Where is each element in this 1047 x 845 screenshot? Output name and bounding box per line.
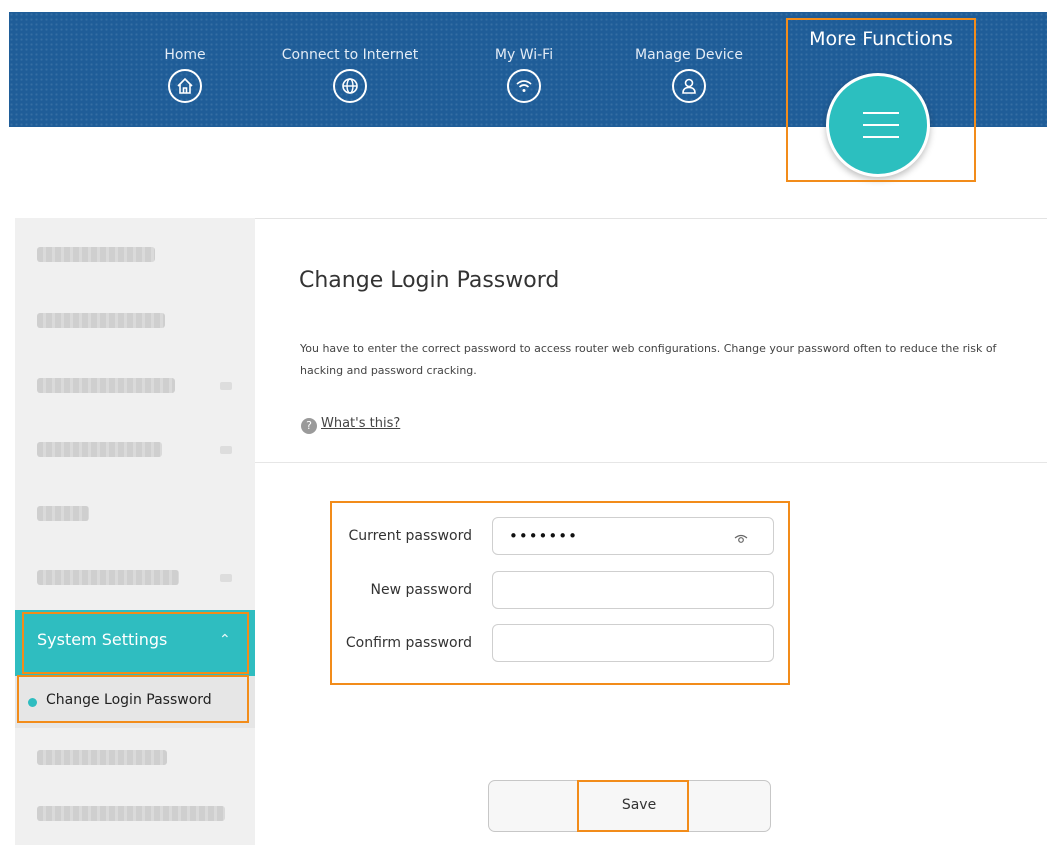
sidebar-item-blurred[interactable]	[37, 442, 162, 457]
more-functions-label: More Functions	[809, 28, 953, 50]
confirm-password-label: Confirm password	[345, 635, 472, 651]
sidebar-item-blurred[interactable]	[37, 378, 175, 393]
menu-bar	[863, 124, 899, 126]
home-icon[interactable]	[168, 69, 202, 103]
chevron-down-icon	[220, 574, 232, 582]
active-dot	[28, 698, 37, 707]
nav-connect-internet[interactable]: Connect to Internet	[265, 12, 435, 103]
nav-home-label: Home	[164, 47, 206, 63]
menu-bar	[863, 112, 899, 114]
nav-connect-label: Connect to Internet	[281, 47, 419, 63]
sidebar: System Settings ⌃ Change Login Password	[15, 218, 255, 845]
content-divider	[255, 462, 1047, 463]
save-button-label: Save	[621, 797, 657, 813]
sidebar-item-blurred[interactable]	[37, 506, 89, 521]
sidebar-item-blurred[interactable]	[37, 806, 225, 821]
system-settings-label: System Settings	[37, 630, 168, 649]
sidebar-subitem-change-login-password[interactable]: Change Login Password	[15, 676, 255, 728]
nav-more-functions[interactable]: More Functions	[786, 8, 976, 182]
nav-manage-device[interactable]: Manage Device	[604, 12, 774, 103]
page-description: You have to enter the correct password t…	[300, 342, 997, 377]
nav-manage-label: Manage Device	[635, 47, 743, 63]
confirm-password-field[interactable]	[492, 624, 774, 662]
change-login-password-label: Change Login Password	[46, 692, 212, 708]
chevron-down-icon	[220, 382, 232, 390]
nav-wifi-label: My Wi-Fi	[494, 47, 554, 63]
whats-this-link[interactable]: What's this?	[321, 416, 400, 431]
user-icon[interactable]	[672, 69, 706, 103]
sidebar-item-system-settings[interactable]: System Settings ⌃	[15, 610, 255, 676]
nav-my-wifi[interactable]: My Wi-Fi	[439, 12, 609, 103]
current-password-label: Current password	[348, 528, 473, 544]
new-password-field[interactable]	[492, 571, 774, 609]
globe-icon[interactable]	[333, 69, 367, 103]
current-password-field[interactable]: •••••••	[492, 517, 774, 555]
sidebar-item-blurred[interactable]	[37, 247, 155, 262]
current-password-value: •••••••	[509, 527, 578, 545]
chevron-down-icon	[220, 446, 232, 454]
wifi-icon[interactable]	[507, 69, 541, 103]
content-top-divider	[255, 218, 1047, 219]
sidebar-item-blurred[interactable]	[37, 570, 179, 585]
menu-icon[interactable]	[826, 73, 930, 177]
new-password-label: New password	[370, 582, 472, 598]
menu-bar	[863, 136, 899, 138]
chevron-up-icon: ⌃	[219, 632, 231, 648]
nav-home[interactable]: Home	[100, 12, 270, 103]
help-icon: ?	[301, 418, 317, 434]
sidebar-item-blurred[interactable]	[37, 750, 167, 765]
eye-icon[interactable]	[733, 530, 749, 549]
save-button[interactable]: Save	[488, 780, 771, 832]
sidebar-item-blurred[interactable]	[37, 313, 165, 328]
page-title: Change Login Password	[299, 268, 560, 293]
